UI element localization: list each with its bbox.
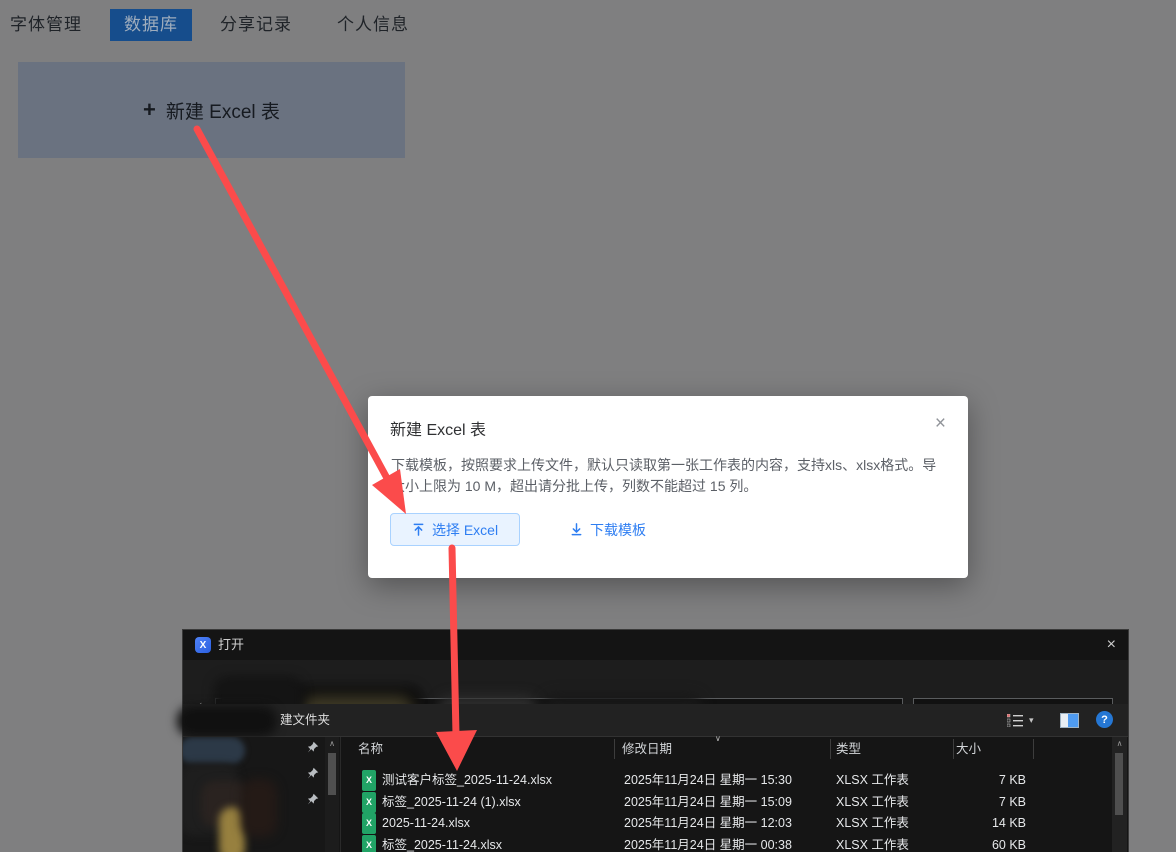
file-list: 名称 修改日期 类型 大小 ∨ X 测试客户标签_2025-11-24.xlsx… bbox=[340, 737, 1113, 852]
file-size: 60 KB bbox=[901, 835, 1026, 852]
plus-icon: + bbox=[143, 99, 156, 121]
navigation-pane[interactable]: 11 bbox=[183, 737, 325, 852]
file-size: 7 KB bbox=[901, 770, 1026, 791]
modal-title: 新建 Excel 表 bbox=[390, 416, 486, 440]
dialog-nav-row: ← ) down ∨ ⟳ 搜索"down" bbox=[183, 660, 1128, 704]
dialog-body: 11 ∧ 名称 修改日期 类型 大小 ∨ bbox=[183, 737, 1128, 852]
file-date: 2025年11月24日 星期一 12:03 bbox=[624, 813, 792, 834]
file-date: 2025年11月24日 星期一 00:38 bbox=[624, 835, 792, 852]
redacted-blur bbox=[177, 706, 277, 736]
sort-indicator-icon: ∨ bbox=[715, 734, 721, 743]
filelist-scrollbar[interactable]: ∧ bbox=[1112, 737, 1127, 852]
column-divider[interactable] bbox=[614, 739, 615, 759]
new-excel-card-button[interactable]: + 新建 Excel 表 bbox=[18, 62, 405, 158]
scrollbar-thumb[interactable] bbox=[1115, 753, 1123, 815]
view-dropdown-caret-icon[interactable]: ▾ bbox=[1029, 704, 1034, 737]
download-icon bbox=[570, 523, 583, 536]
dialog-title: 打开 bbox=[218, 630, 244, 660]
modal-body-line2: 大小上限为 10 M，超出请分批上传，列数不能超过 15 列。 bbox=[391, 478, 757, 494]
file-date: 2025年11月24日 星期一 15:30 bbox=[624, 770, 792, 791]
file-size: 14 KB bbox=[901, 813, 1026, 834]
download-template-link[interactable]: 下载模板 bbox=[570, 513, 646, 546]
excel-file-icon: X bbox=[362, 770, 376, 791]
column-divider[interactable] bbox=[1033, 739, 1034, 759]
details-view-icon[interactable] bbox=[1007, 714, 1025, 727]
excel-file-icon: X bbox=[362, 835, 376, 852]
column-header-date[interactable]: 修改日期 bbox=[622, 737, 672, 761]
file-name[interactable]: 标签_2025-11-24.xlsx bbox=[382, 835, 502, 852]
new-excel-modal: 新建 Excel 表 × 下载模板，按照要求上传文件，默认只读取第一张工作表的内… bbox=[368, 396, 968, 578]
excel-file-icon: X bbox=[362, 813, 376, 834]
column-divider[interactable] bbox=[953, 739, 954, 759]
pin-icon[interactable] bbox=[306, 767, 319, 780]
file-name[interactable]: 测试客户标签_2025-11-24.xlsx bbox=[382, 770, 552, 791]
file-list-header: 名称 修改日期 类型 大小 ∨ bbox=[341, 737, 1113, 761]
file-row[interactable]: X 标签_2025-11-24 (1).xlsx 2025年11月24日 星期一… bbox=[341, 792, 1113, 813]
column-header-name[interactable]: 名称 bbox=[358, 737, 383, 761]
new-excel-card-label: 新建 Excel 表 bbox=[166, 97, 280, 124]
modal-body-text: 下载模板，按照要求上传文件，默认只读取第一张工作表的内容，支持xls、xlsx格… bbox=[391, 455, 950, 497]
modal-body-line1: 下载模板，按照要求上传文件，默认只读取第一张工作表的内容，支持xls、xlsx格… bbox=[391, 457, 936, 473]
tab-font-management[interactable]: 字体管理 bbox=[10, 9, 82, 41]
file-type: XLSX 工作表 bbox=[836, 813, 909, 834]
tab-database[interactable]: 数据库 bbox=[110, 9, 192, 41]
select-excel-button[interactable]: 选择 Excel bbox=[390, 513, 520, 546]
pin-icon[interactable] bbox=[306, 793, 319, 806]
file-row[interactable]: X 标签_2025-11-24.xlsx 2025年11月24日 星期一 00:… bbox=[341, 835, 1113, 852]
navpane-scrollbar[interactable]: ∧ bbox=[325, 737, 339, 852]
dialog-close-icon[interactable]: × bbox=[1107, 630, 1116, 660]
column-divider[interactable] bbox=[830, 739, 831, 759]
scroll-up-icon[interactable]: ∧ bbox=[325, 739, 339, 748]
file-row[interactable]: X 测试客户标签_2025-11-24.xlsx 2025年11月24日 星期一… bbox=[341, 770, 1113, 791]
preview-pane-icon[interactable] bbox=[1060, 713, 1079, 728]
open-file-dialog: X 打开 × ← ) down ∨ ⟳ 搜索"down" bbox=[183, 630, 1128, 852]
file-name[interactable]: 标签_2025-11-24 (1).xlsx bbox=[382, 792, 521, 813]
file-date: 2025年11月24日 星期一 15:09 bbox=[624, 792, 792, 813]
screen: 字体管理 数据库 分享记录 个人信息 + 新建 Excel 表 新建 Excel… bbox=[0, 0, 1176, 852]
dialog-toolbar: 建文件夹 ▾ ? bbox=[183, 704, 1128, 737]
column-header-size[interactable]: 大小 bbox=[956, 737, 981, 761]
redacted-blur bbox=[241, 779, 277, 837]
scroll-up-icon[interactable]: ∧ bbox=[1112, 739, 1127, 748]
file-name[interactable]: 2025-11-24.xlsx bbox=[382, 813, 470, 834]
arrow-line bbox=[197, 129, 388, 480]
help-icon[interactable]: ? bbox=[1096, 711, 1113, 728]
file-type: XLSX 工作表 bbox=[836, 792, 909, 813]
preview-pane-blue bbox=[1068, 714, 1078, 727]
app-icon: X bbox=[195, 637, 211, 653]
column-header-type[interactable]: 类型 bbox=[836, 737, 861, 761]
select-excel-label: 选择 Excel bbox=[432, 520, 498, 540]
upload-icon bbox=[412, 523, 425, 536]
redacted-blur bbox=[183, 737, 245, 764]
file-type: XLSX 工作表 bbox=[836, 835, 909, 852]
tab-share-records[interactable]: 分享记录 bbox=[220, 9, 292, 41]
excel-file-icon: X bbox=[362, 792, 376, 813]
file-type: XLSX 工作表 bbox=[836, 770, 909, 791]
tab-personal-info[interactable]: 个人信息 bbox=[337, 9, 409, 41]
file-size: 7 KB bbox=[901, 792, 1026, 813]
new-folder-button[interactable]: 建文件夹 bbox=[280, 704, 330, 737]
dialog-titlebar[interactable]: X 打开 × bbox=[183, 630, 1128, 660]
download-template-label: 下载模板 bbox=[590, 520, 646, 540]
close-icon[interactable]: × bbox=[935, 414, 946, 433]
scrollbar-thumb[interactable] bbox=[328, 753, 336, 795]
pin-icon[interactable] bbox=[306, 741, 319, 754]
file-row[interactable]: X 2025-11-24.xlsx 2025年11月24日 星期一 12:03 … bbox=[341, 813, 1113, 834]
